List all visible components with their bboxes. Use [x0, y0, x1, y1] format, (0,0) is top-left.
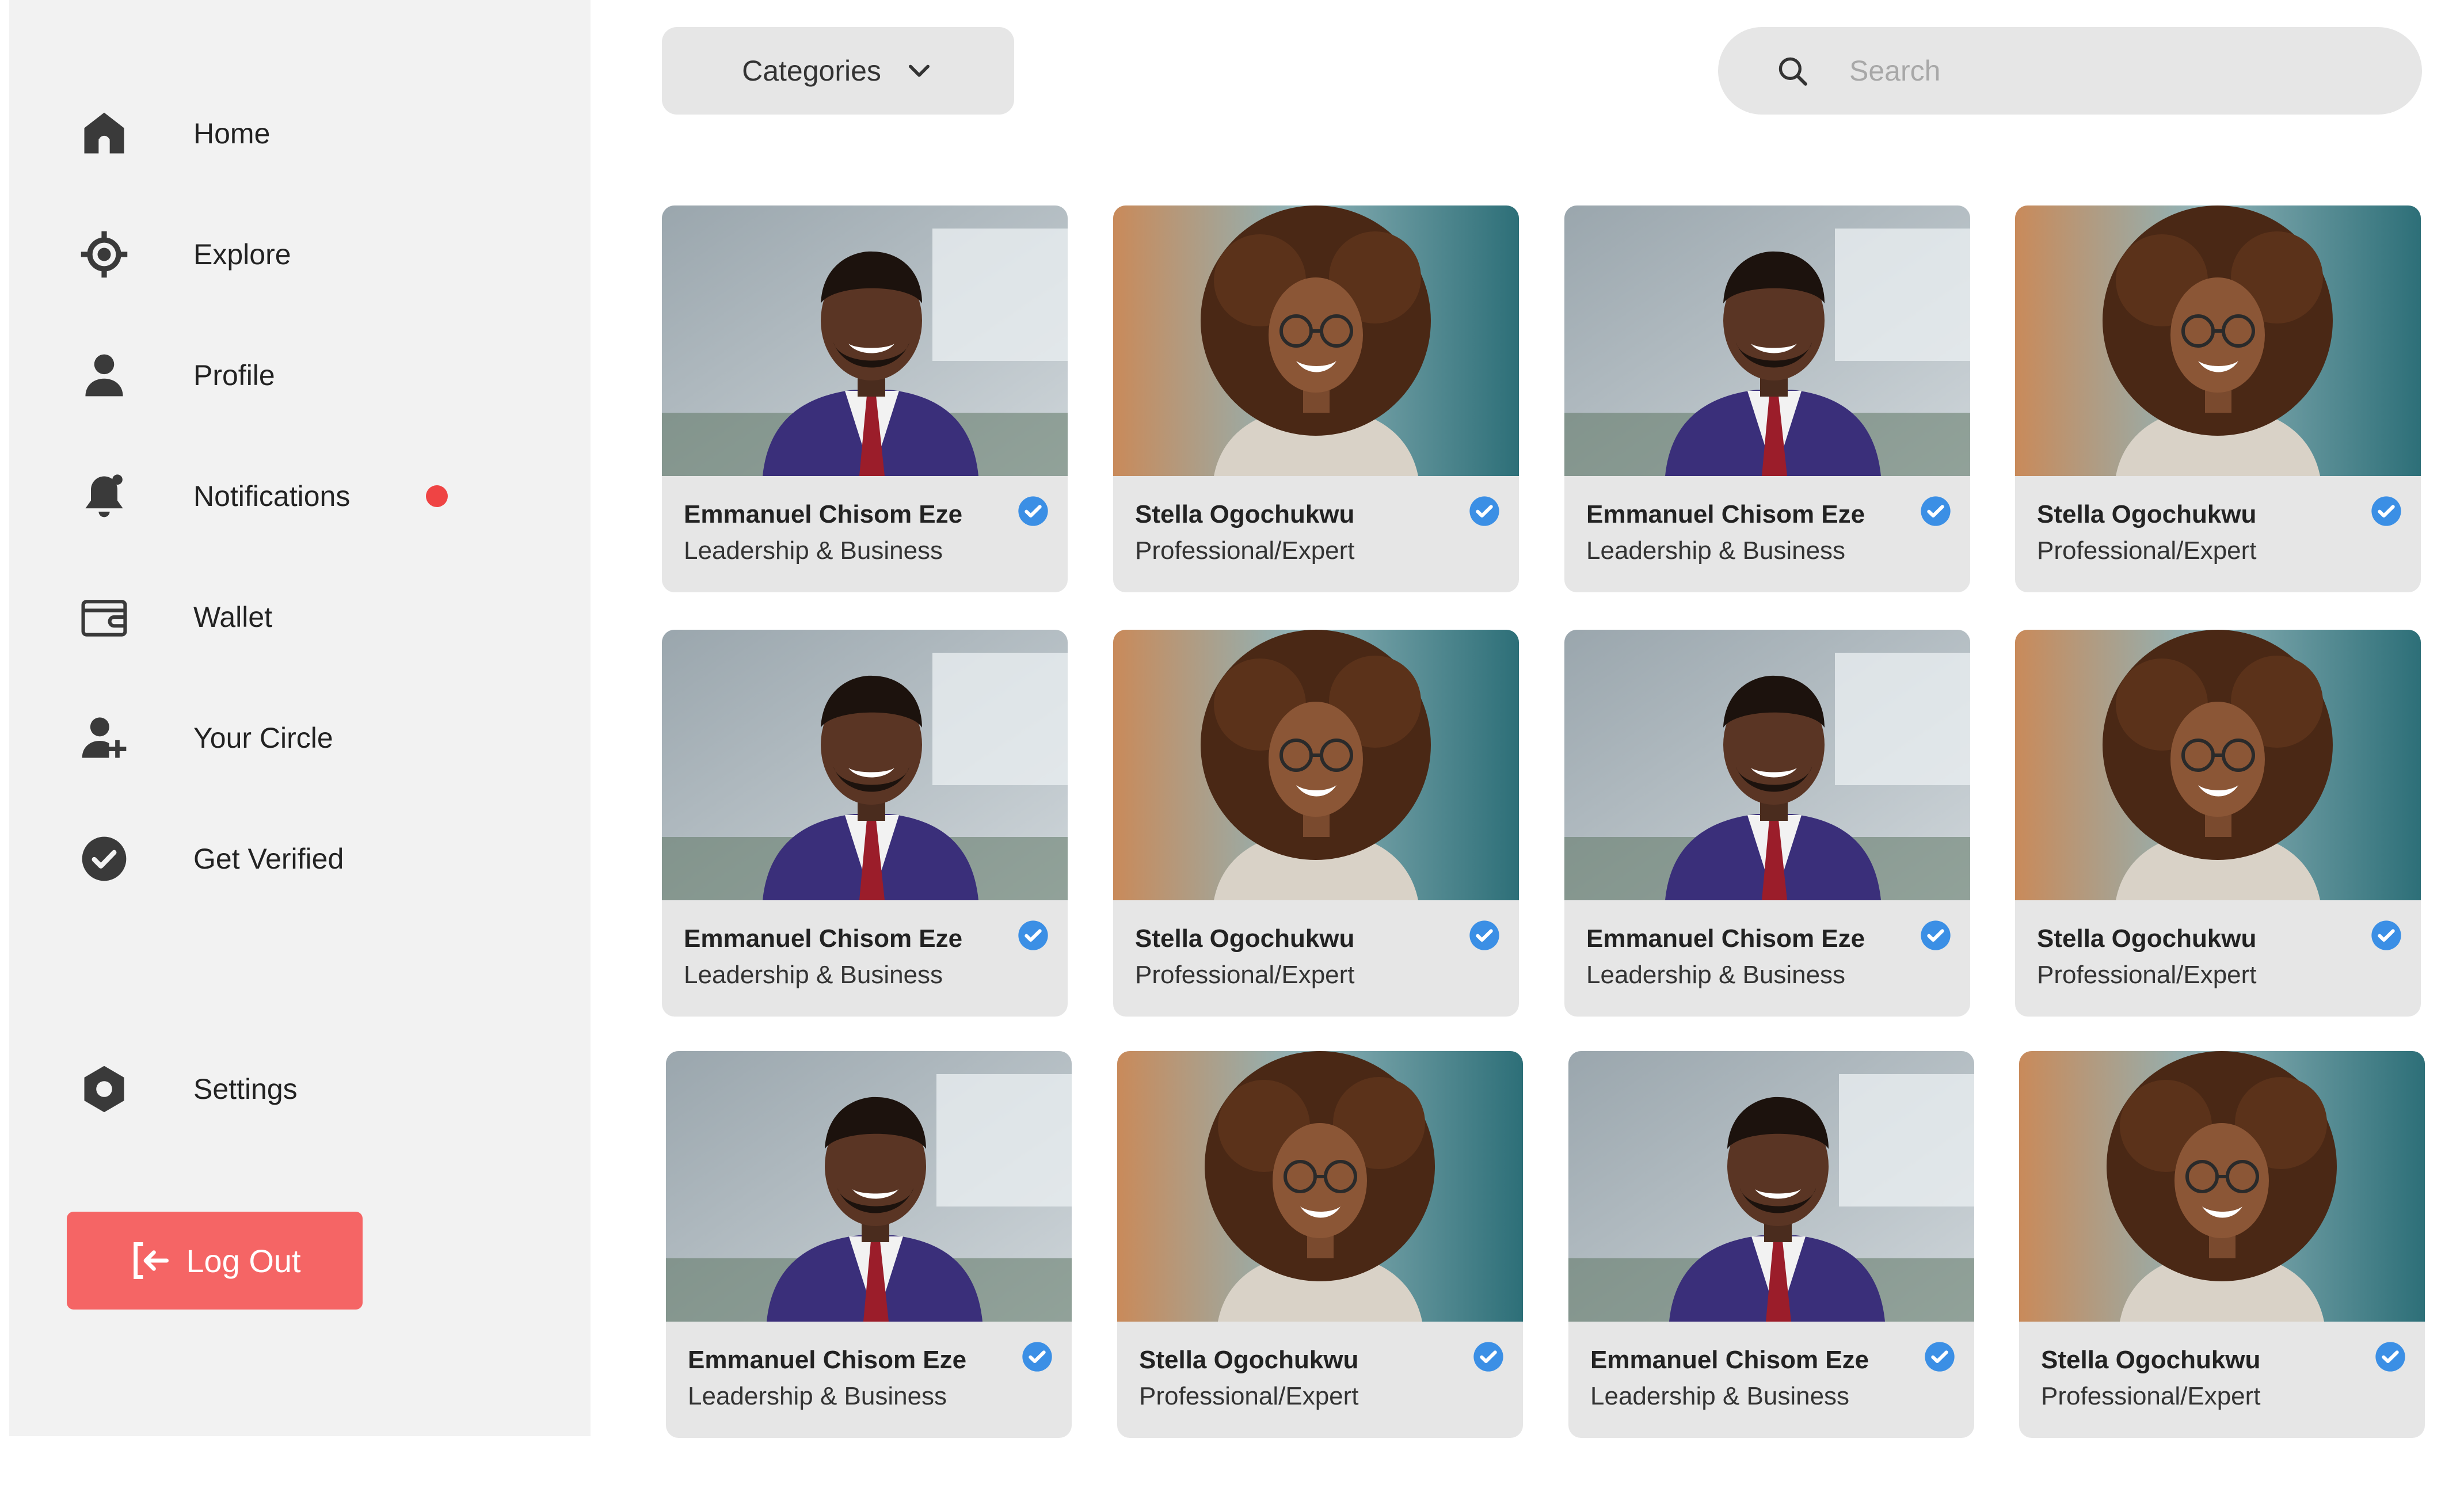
verified-badge-icon — [2374, 1341, 2406, 1373]
profile-photo — [1568, 1051, 1974, 1322]
profile-card[interactable]: Stella Ogochukwu Professional/Expert — [1113, 630, 1519, 1017]
profile-card[interactable]: Stella Ogochukwu Professional/Expert — [1117, 1051, 1523, 1438]
profile-photo — [666, 1051, 1072, 1322]
profile-category: Leadership & Business — [1590, 1382, 1850, 1410]
verified-badge-icon — [1472, 1341, 1505, 1373]
profile-name: Stella Ogochukwu — [1139, 1346, 1359, 1374]
profile-category: Professional/Expert — [1139, 1382, 1359, 1410]
profile-category: Leadership & Business — [1586, 536, 1846, 565]
profile-card[interactable]: Emmanuel Chisom Eze Leadership & Business — [1564, 630, 1970, 1017]
profile-card[interactable]: Emmanuel Chisom Eze Leadership & Business — [1564, 205, 1970, 592]
profile-photo — [1113, 205, 1519, 476]
profile-name: Stella Ogochukwu — [2037, 924, 2257, 953]
profile-card[interactable]: Emmanuel Chisom Eze Leadership & Business — [662, 205, 1068, 592]
profile-photo — [2015, 630, 2421, 900]
profile-name: Emmanuel Chisom Eze — [1590, 1346, 1869, 1374]
profile-category: Professional/Expert — [1135, 961, 1355, 989]
profile-category: Professional/Expert — [2037, 961, 2257, 989]
profile-photo — [1113, 630, 1519, 900]
profile-category: Professional/Expert — [1135, 536, 1355, 565]
profile-name: Stella Ogochukwu — [2037, 500, 2257, 528]
verified-badge-icon — [2370, 919, 2402, 951]
profile-name: Emmanuel Chisom Eze — [688, 1346, 967, 1374]
profile-card[interactable]: Emmanuel Chisom Eze Leadership & Business — [1568, 1051, 1974, 1438]
verified-badge-icon — [1017, 495, 1049, 527]
profile-card[interactable]: Stella Ogochukwu Professional/Expert — [2015, 630, 2421, 1017]
verified-badge-icon — [1924, 1341, 1956, 1373]
verified-badge-icon — [1017, 919, 1049, 951]
verified-badge-icon — [1920, 495, 1952, 527]
profile-photo — [2019, 1051, 2425, 1322]
profile-card[interactable]: Emmanuel Chisom Eze Leadership & Business — [662, 630, 1068, 1017]
profile-card-grid: Emmanuel Chisom Eze Leadership & Business… — [0, 0, 2464, 1492]
profile-card[interactable]: Stella Ogochukwu Professional/Expert — [2015, 205, 2421, 592]
verified-badge-icon — [2370, 495, 2402, 527]
profile-category: Leadership & Business — [1586, 961, 1846, 989]
verified-badge-icon — [1468, 495, 1501, 527]
profile-photo — [662, 205, 1068, 476]
profile-name: Emmanuel Chisom Eze — [684, 500, 963, 528]
verified-badge-icon — [1920, 919, 1952, 951]
profile-category: Leadership & Business — [684, 961, 943, 989]
profile-name: Emmanuel Chisom Eze — [684, 924, 963, 953]
verified-badge-icon — [1468, 919, 1501, 951]
profile-photo — [1564, 205, 1970, 476]
verified-badge-icon — [1021, 1341, 1053, 1373]
profile-name: Stella Ogochukwu — [1135, 500, 1355, 528]
profile-photo — [2015, 205, 2421, 476]
profile-card[interactable]: Stella Ogochukwu Professional/Expert — [1113, 205, 1519, 592]
profile-category: Leadership & Business — [684, 536, 943, 565]
profile-card[interactable]: Emmanuel Chisom Eze Leadership & Business — [666, 1051, 1072, 1438]
profile-name: Stella Ogochukwu — [2041, 1346, 2261, 1374]
profile-card[interactable]: Stella Ogochukwu Professional/Expert — [2019, 1051, 2425, 1438]
profile-photo — [1564, 630, 1970, 900]
profile-category: Professional/Expert — [2037, 536, 2257, 565]
profile-name: Emmanuel Chisom Eze — [1586, 500, 1865, 528]
profile-category: Professional/Expert — [2041, 1382, 2261, 1410]
profile-name: Emmanuel Chisom Eze — [1586, 924, 1865, 953]
profile-category: Leadership & Business — [688, 1382, 947, 1410]
profile-photo — [1117, 1051, 1523, 1322]
profile-photo — [662, 630, 1068, 900]
profile-name: Stella Ogochukwu — [1135, 924, 1355, 953]
